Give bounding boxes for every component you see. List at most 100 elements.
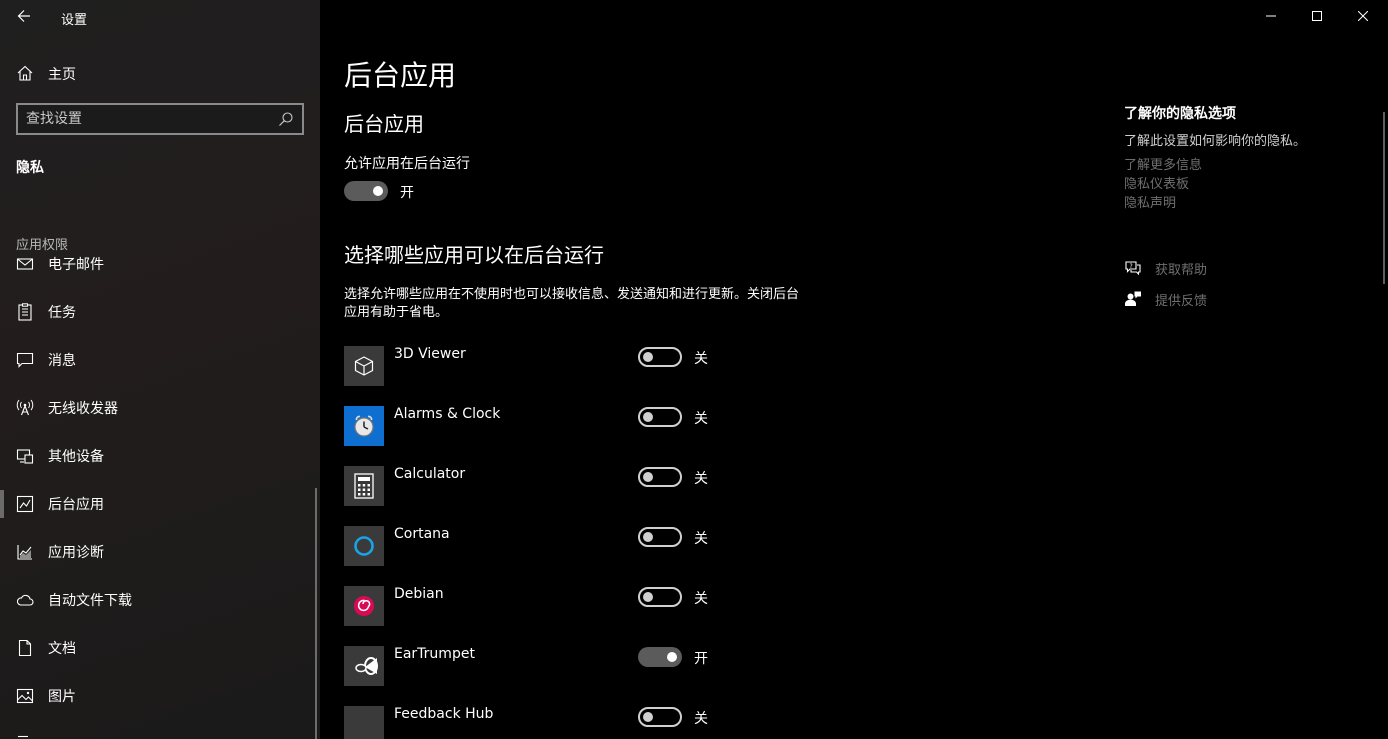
app-toggle-row: 关 (638, 467, 708, 491)
app-toggle-row: 关 (638, 527, 708, 551)
sidebar-item-label: 电子邮件 (48, 257, 104, 273)
app-toggle[interactable] (638, 647, 682, 667)
toggle-state-text: 关 (694, 351, 708, 367)
app-toggle-row: 开 (638, 647, 708, 671)
sidebar-item-label: 图片 (48, 689, 76, 705)
app-name: Calculator (394, 466, 466, 482)
give-feedback-icon (1125, 291, 1141, 306)
app-toggle-row: 关 (638, 407, 708, 431)
sidebar-item-pictures[interactable]: 图片 (0, 676, 316, 716)
sidebar-item-label: 其他设备 (48, 449, 104, 465)
picture-icon (16, 688, 34, 704)
mail-icon (16, 258, 34, 270)
app-name: Feedback Hub (394, 706, 494, 722)
maximize-button[interactable] (1294, 0, 1340, 32)
other-devices-icon (16, 449, 34, 464)
sidebar-item-radios[interactable]: 无线收发器 (0, 388, 316, 428)
sidebar-item-auto-downloads[interactable]: 自动文件下载 (0, 580, 316, 620)
learn-more-link[interactable]: 了解更多信息 (1124, 154, 1202, 173)
sidebar-item-app-diagnostics[interactable]: 应用诊断 (0, 532, 316, 572)
radio-antenna-icon (16, 399, 34, 416)
app-row-eartrumpet: EarTrumpet 开 (344, 646, 844, 686)
svg-text:?: ? (1130, 263, 1133, 270)
sidebar-item-label: 文档 (48, 641, 76, 657)
toggle-knob (643, 592, 653, 602)
sidebar-item-home[interactable]: 主页 (0, 56, 320, 90)
app-title: 设置 (61, 13, 88, 28)
app-name: Debian (394, 586, 444, 602)
toggle-state-text: 开 (694, 651, 708, 667)
document-icon (18, 639, 32, 657)
message-icon (16, 352, 34, 368)
allow-background-label: 允许应用在后台运行 (344, 156, 470, 172)
sidebar-item-other-devices[interactable]: 其他设备 (0, 436, 316, 476)
app-name: 3D Viewer (394, 346, 466, 362)
app-toggle-row: 关 (638, 707, 708, 731)
privacy-options-description: 了解此设置如何影响你的隐私。 (1124, 134, 1307, 149)
toggle-knob (643, 412, 653, 422)
calculator-icon (354, 473, 374, 499)
sidebar-item-documents[interactable]: 文档 (0, 628, 316, 668)
back-arrow-icon (17, 10, 30, 22)
app-toggle[interactable] (638, 347, 682, 367)
toggle-state-text: 关 (694, 531, 708, 547)
sidebar-item-label: 应用诊断 (48, 545, 104, 561)
toggle-knob (643, 712, 653, 722)
app-toggle-row: 关 (638, 347, 708, 371)
group-label: 应用权限 (16, 238, 69, 253)
clock-icon (354, 415, 374, 437)
app-icon-tile (344, 646, 384, 686)
privacy-statement-link[interactable]: 隐私声明 (1124, 192, 1176, 211)
next-item-icon (18, 735, 28, 738)
sidebar-item-label: 自动文件下载 (48, 593, 132, 609)
sidebar-item-next[interactable] (0, 724, 316, 739)
get-help-icon: ? (1125, 261, 1141, 276)
toggle-knob (667, 652, 677, 662)
home-icon (17, 65, 33, 81)
privacy-options-heading: 了解你的隐私选项 (1124, 106, 1236, 122)
app-toggle[interactable] (638, 587, 682, 607)
search-box[interactable] (16, 103, 304, 135)
cloud-icon (16, 594, 34, 606)
app-toggle[interactable] (638, 467, 682, 487)
app-diagnostics-icon (17, 545, 32, 560)
app-icon-tile (344, 706, 384, 739)
sidebar-item-messaging[interactable]: 消息 (0, 340, 316, 380)
sidebar-item-label: 任务 (48, 305, 76, 321)
search-input[interactable] (26, 110, 276, 128)
give-feedback-link[interactable]: 提供反馈 (1124, 288, 1324, 310)
close-button[interactable] (1340, 0, 1386, 32)
main-content: 后台应用 后台应用 允许应用在后台运行 开 选择哪些应用可以在后台运行 选择允许… (320, 0, 1388, 739)
app-icon-tile (344, 526, 384, 566)
toggle-knob (643, 352, 653, 362)
nav-list: 电子邮件 任务 消息 无线收发器 其他设备 后台应用 应用诊断 自动文件下载 文… (0, 256, 316, 739)
allow-background-toggle[interactable] (344, 181, 388, 201)
app-toggle[interactable] (638, 527, 682, 547)
sidebar-item-label: 无线收发器 (48, 401, 118, 417)
sidebar-item-tasks[interactable]: 任务 (0, 292, 316, 332)
title-bar: 设置 (0, 0, 320, 32)
back-button[interactable] (12, 4, 36, 28)
maximize-icon (1312, 11, 1322, 21)
get-help-link[interactable]: ? 获取帮助 (1124, 257, 1324, 279)
app-name: Cortana (394, 526, 450, 542)
main-scrollbar[interactable] (1383, 112, 1385, 284)
app-toggle[interactable] (638, 407, 682, 427)
choose-apps-description: 选择允许哪些应用在不使用时也可以接收信息、发送通知和进行更新。关闭后台应用有助于… (344, 287, 800, 320)
toggle-state-text: 关 (694, 591, 708, 607)
app-row-feedback-hub: Feedback Hub 关 (344, 706, 844, 739)
sidebar-item-label: 消息 (48, 353, 76, 369)
minimize-button[interactable] (1248, 0, 1294, 32)
section-heading: 后台应用 (344, 112, 424, 136)
give-feedback-label: 提供反馈 (1155, 294, 1208, 309)
sidebar-scrollbar[interactable] (315, 488, 317, 739)
sidebar-item-label: 后台应用 (48, 497, 104, 513)
search-icon[interactable] (278, 111, 294, 127)
sidebar-item-mail[interactable]: 电子邮件 (0, 256, 316, 284)
app-toggle[interactable] (638, 707, 682, 727)
close-icon (1358, 11, 1368, 21)
sidebar-item-background-apps[interactable]: 后台应用 (0, 484, 316, 524)
toggle-knob (373, 186, 383, 196)
privacy-dashboard-link[interactable]: 隐私仪表板 (1124, 173, 1189, 192)
cortana-icon (354, 536, 374, 556)
